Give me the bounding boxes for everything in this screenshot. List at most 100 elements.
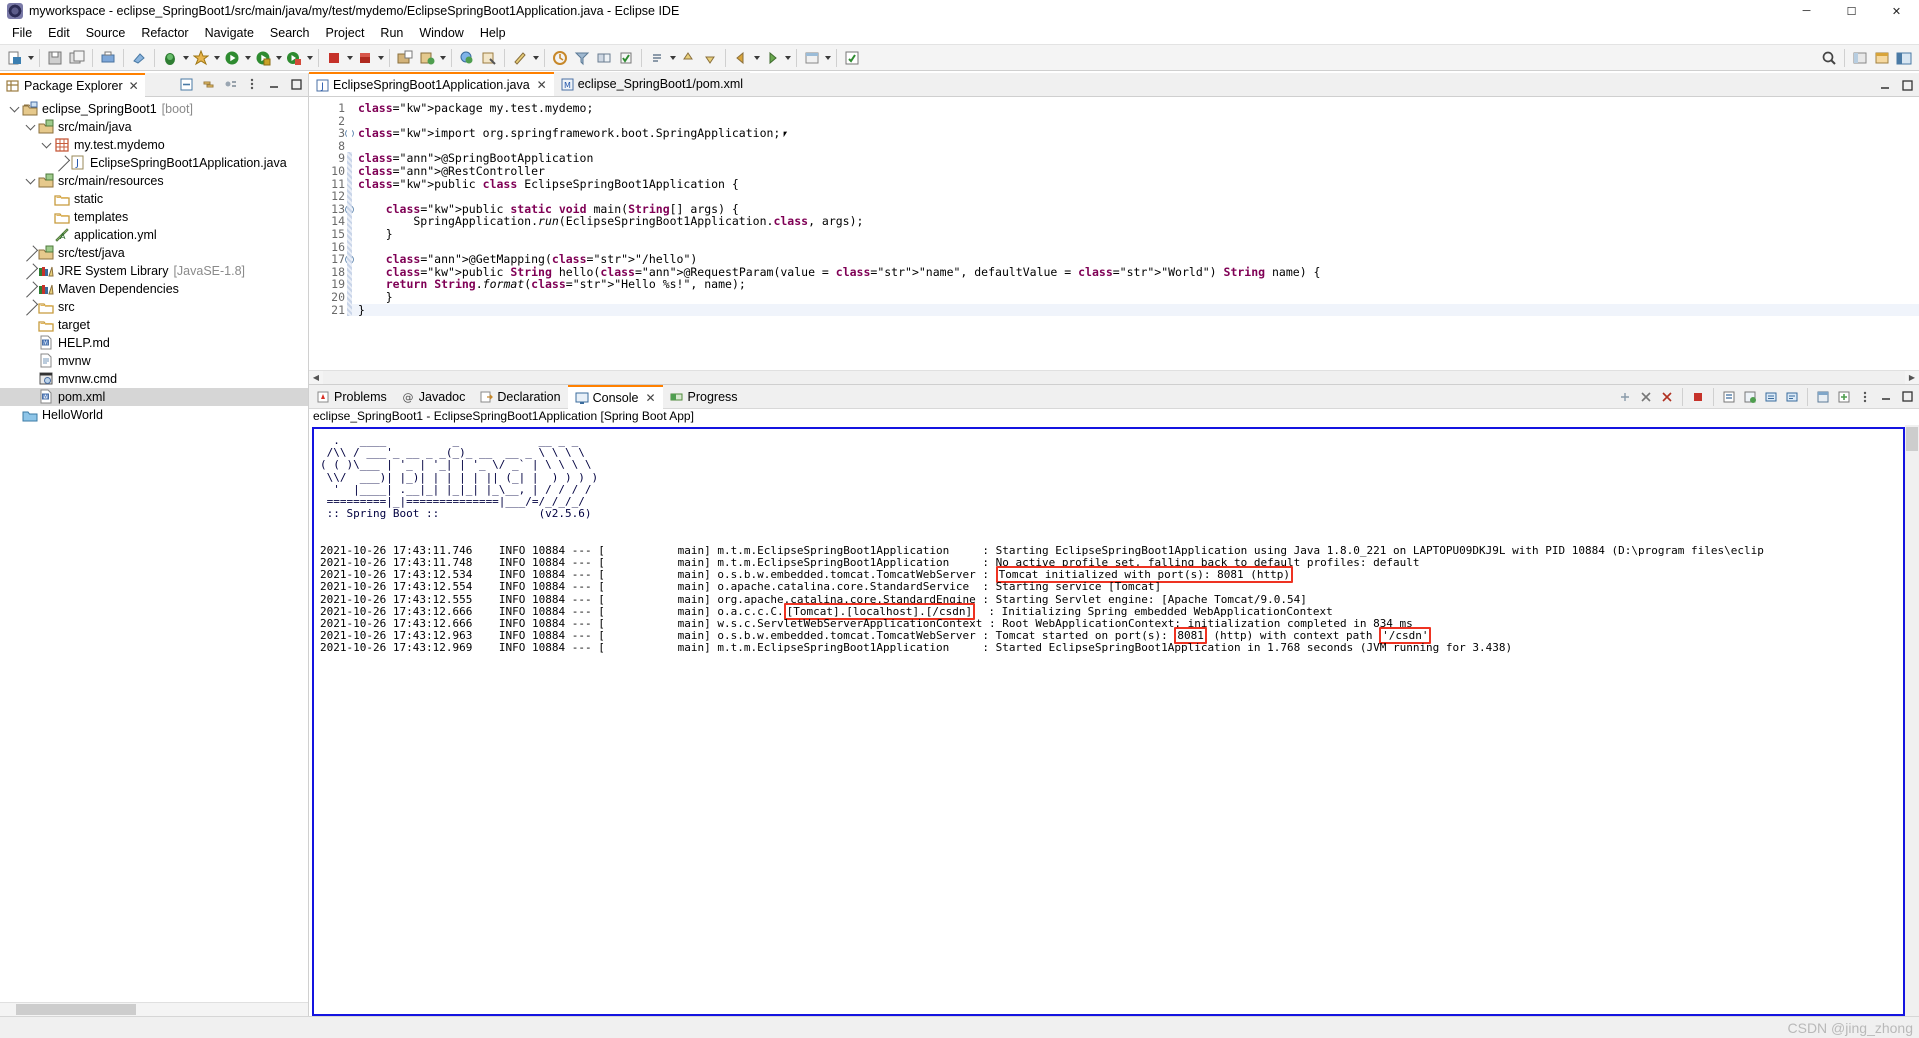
chevron-down-icon[interactable] <box>38 137 54 153</box>
terminate-console-icon[interactable] <box>1688 387 1708 407</box>
code-line[interactable] <box>352 190 1919 203</box>
chevron-right-icon[interactable] <box>21 244 39 262</box>
close-icon[interactable]: ✕ <box>537 78 547 92</box>
next-edit-icon[interactable] <box>699 47 721 69</box>
link-icon[interactable] <box>593 47 615 69</box>
chevron-down-icon[interactable] <box>22 119 38 135</box>
search-icon[interactable] <box>1818 47 1840 69</box>
minimize-console-icon[interactable] <box>1876 387 1896 407</box>
tree-item-eclipse-springboot1[interactable]: eclipse_SpringBoot1 [boot] <box>0 100 308 118</box>
open-type-icon[interactable] <box>456 47 478 69</box>
code-line[interactable]: class="kw">public class EclipseSpringBoo… <box>352 177 1919 191</box>
tree-item-eclipsespringboot1application-java[interactable]: J EclipseSpringBoot1Application.java <box>0 154 308 172</box>
maximize-editor-icon[interactable] <box>1897 75 1917 95</box>
forward-dropdown-arrow[interactable] <box>783 47 792 69</box>
run-icon[interactable] <box>221 47 243 69</box>
menu-source[interactable]: Source <box>78 24 134 42</box>
code-line[interactable]: } <box>352 303 1919 317</box>
new-icon[interactable] <box>4 47 26 69</box>
menu-refactor[interactable]: Refactor <box>133 24 196 42</box>
tree-item-src-test-java[interactable]: src/test/java <box>0 244 308 262</box>
menu-navigate[interactable]: Navigate <box>197 24 262 42</box>
search-type-icon[interactable] <box>478 47 500 69</box>
print-icon[interactable] <box>97 47 119 69</box>
word-wrap-icon[interactable] <box>1782 387 1802 407</box>
terminate-icon[interactable] <box>354 47 376 69</box>
maximize-console-icon[interactable] <box>1897 387 1917 407</box>
tab-console[interactable]: Console ✕ <box>567 384 663 409</box>
menu-file[interactable]: File <box>4 24 40 42</box>
tree-item-target[interactable]: target <box>0 316 308 334</box>
run-config-dropdown-arrow[interactable] <box>305 47 314 69</box>
pin-console-icon[interactable] <box>1615 387 1635 407</box>
tree-item-mvnw[interactable]: mvnw <box>0 352 308 370</box>
close-icon[interactable]: ✕ <box>645 391 655 405</box>
link-with-editor-icon[interactable] <box>198 75 218 95</box>
maximize-view-icon[interactable] <box>286 75 306 95</box>
menu-window[interactable]: Window <box>411 24 471 42</box>
new-dropdown-arrow[interactable] <box>26 47 35 69</box>
pin-view-icon[interactable] <box>1813 387 1833 407</box>
filter-icon[interactable] <box>571 47 593 69</box>
pin-editor-dropdown-arrow[interactable] <box>823 47 832 69</box>
editor-hscrollbar[interactable]: ◀ ▶ <box>309 370 1919 384</box>
remove-launch-icon[interactable] <box>1657 387 1677 407</box>
code-viewport[interactable]: 1 2 3 8 9 10 11 12 13 14 15 16 17 18 19 20 21 class="kw"… <box>309 97 1919 370</box>
next-annotation-dropdown-arrow[interactable] <box>668 47 677 69</box>
tab-javadoc[interactable]: @ Javadoc <box>394 385 473 409</box>
perspective-debug-icon[interactable] <box>1871 47 1893 69</box>
editor-tab-java[interactable]: J EclipseSpringBoot1Application.java ✕ <box>309 72 554 96</box>
debug-icon[interactable] <box>159 47 181 69</box>
tree-item-static[interactable]: static <box>0 190 308 208</box>
new-package-icon[interactable] <box>416 47 438 69</box>
terminate-dropdown-arrow[interactable] <box>376 47 385 69</box>
tab-package-explorer[interactable]: Package Explorer ✕ <box>0 72 145 97</box>
code-line[interactable]: class="ann">@SpringBootApplication <box>352 152 1919 165</box>
explorer-hscrollbar[interactable] <box>0 1002 308 1016</box>
code-line[interactable]: class="ann">@GetMapping(class="str">"/he… <box>352 253 1919 266</box>
show-console-icon[interactable] <box>1719 387 1739 407</box>
code-line[interactable]: class="ann">@RestController <box>352 165 1919 178</box>
tree-item-maven-dependencies[interactable]: Maven Dependencies <box>0 280 308 298</box>
stop-dropdown-arrow[interactable] <box>345 47 354 69</box>
debug-dropdown-arrow[interactable] <box>181 47 190 69</box>
code-line[interactable]: class="kw">package my.test.mydemo; <box>352 102 1919 115</box>
tree-item-jre-system-library[interactable]: JRE System Library [JavaSE-1.8] <box>0 262 308 280</box>
source-code[interactable]: class="kw">package my.test.mydemo; class… <box>352 97 1919 370</box>
next-annotation-icon[interactable] <box>646 47 668 69</box>
tab-problems[interactable]: Problems <box>309 385 394 409</box>
menu-search[interactable]: Search <box>262 24 318 42</box>
toggle-mark-icon[interactable] <box>615 47 637 69</box>
history-icon[interactable] <box>549 47 571 69</box>
view-menu-dots-icon[interactable] <box>242 75 262 95</box>
chevron-right-icon[interactable] <box>53 154 71 172</box>
chevron-right-icon[interactable] <box>21 262 39 280</box>
chevron-down-icon[interactable] <box>6 101 22 117</box>
prev-annotation-icon[interactable] <box>677 47 699 69</box>
tree-item-application-yml[interactable]: Aapplication.yml <box>0 226 308 244</box>
run-config-icon[interactable] <box>283 47 305 69</box>
coverage-icon[interactable] <box>190 47 212 69</box>
coverage-dropdown-arrow[interactable] <box>212 47 221 69</box>
editor-hscroll-track[interactable] <box>323 371 1905 384</box>
annotation-icon[interactable] <box>509 47 531 69</box>
tree-item-src-main-java[interactable]: src/main/java <box>0 118 308 136</box>
new-java-project-icon[interactable] <box>394 47 416 69</box>
pin-editor-icon[interactable] <box>801 47 823 69</box>
chevron-down-icon[interactable] <box>22 173 38 189</box>
code-line[interactable]: return String.format(class="str">"Hello … <box>352 278 1919 291</box>
code-line[interactable]: } <box>352 228 1919 241</box>
close-button[interactable]: ✕ <box>1874 0 1919 22</box>
console-output-area[interactable]: . ____ _ __ _ _ /\\ / ___'_ __ _ _(_)_ _… <box>309 425 1919 1016</box>
run-external-dropdown-arrow[interactable] <box>274 47 283 69</box>
tab-progress[interactable]: Progress <box>663 385 745 409</box>
tree-item-src-main-resources[interactable]: src/main/resources <box>0 172 308 190</box>
menu-project[interactable]: Project <box>318 24 373 42</box>
maximize-button[interactable]: ☐ <box>1829 0 1874 22</box>
tree-item-help-md[interactable]: W HELP.md <box>0 334 308 352</box>
tree-item-templates[interactable]: templates <box>0 208 308 226</box>
back-dropdown-arrow[interactable] <box>752 47 761 69</box>
collapse-all-icon[interactable] <box>176 75 196 95</box>
chevron-right-icon[interactable] <box>21 298 39 316</box>
tab-declaration[interactable]: Declaration <box>472 385 567 409</box>
